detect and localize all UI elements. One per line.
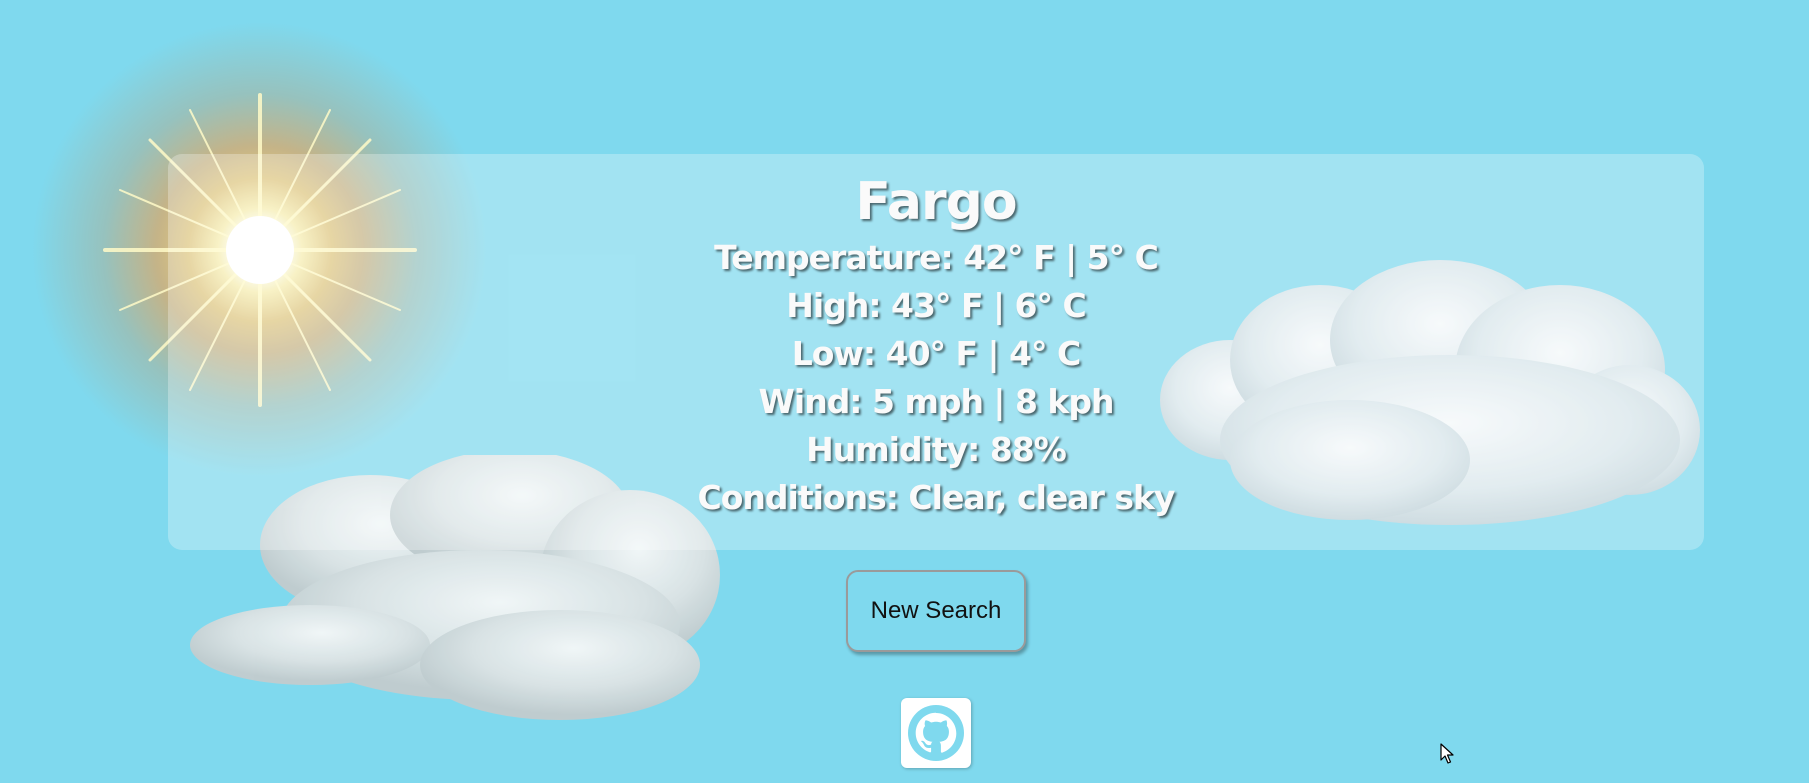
weather-card: Fargo Temperature: 42° F | 5° C High: 43… — [168, 154, 1704, 550]
humidity-text: Humidity: 88% — [806, 430, 1067, 469]
city-name: Fargo — [855, 172, 1017, 232]
mouse-cursor-icon — [1440, 743, 1454, 764]
new-search-button[interactable]: New Search — [846, 570, 1026, 652]
github-icon — [908, 705, 964, 761]
low-temperature-text: Low: 40° F | 4° C — [791, 334, 1082, 373]
temperature-text: Temperature: 42° F | 5° C — [714, 238, 1159, 277]
high-temperature-text: High: 43° F | 6° C — [786, 286, 1086, 325]
github-link[interactable] — [901, 698, 971, 768]
conditions-text: Conditions: Clear, clear sky — [697, 478, 1176, 517]
wind-text: Wind: 5 mph | 8 kph — [758, 382, 1114, 421]
